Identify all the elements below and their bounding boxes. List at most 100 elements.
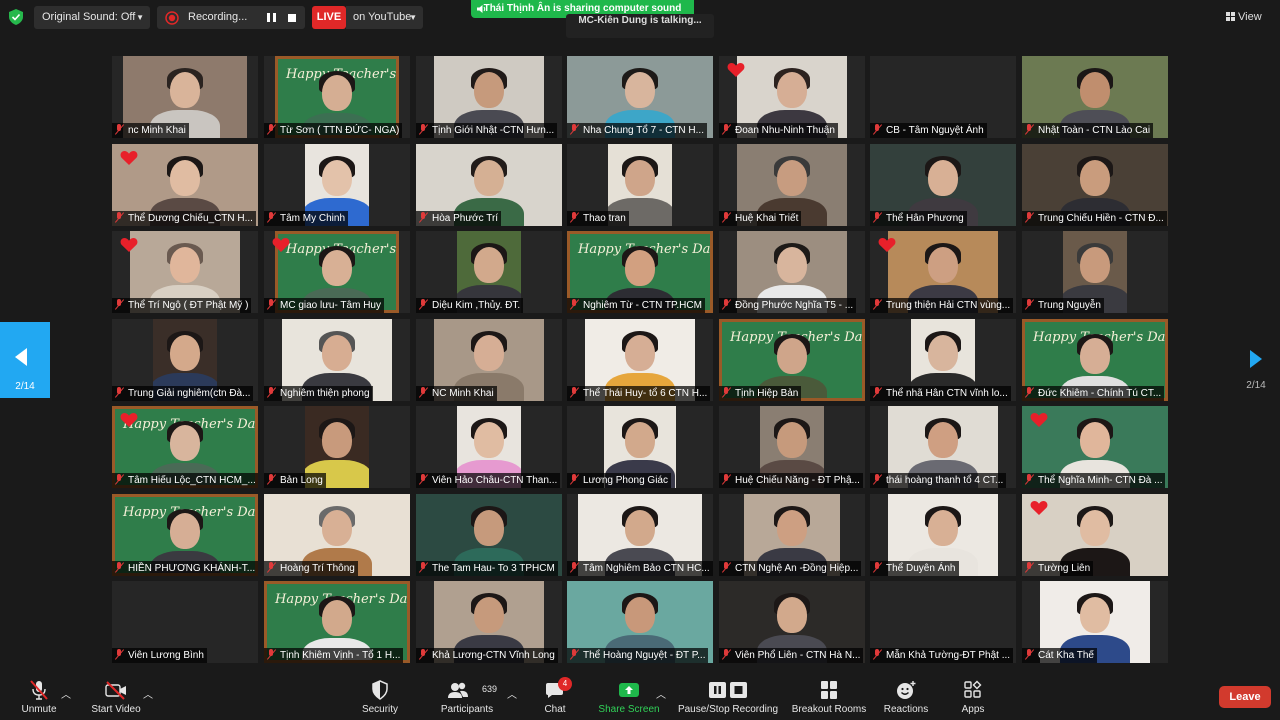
participant-tile[interactable]: Tường Liên: [1022, 494, 1168, 576]
original-sound-toggle[interactable]: Original Sound: Off ▼: [34, 6, 150, 29]
participant-name: Viên Phổ Liên - CTN Hà N...: [735, 650, 861, 661]
stop-recording-icon[interactable]: [288, 14, 296, 22]
participant-tile[interactable]: CTN Nghệ An -Đồng Hiệp...: [719, 494, 865, 576]
microphone-muted-icon: [115, 387, 124, 398]
video-options-chevron-icon[interactable]: ︿: [143, 686, 153, 720]
participant-tile[interactable]: Lương Phong Giác: [567, 406, 713, 488]
participant-tile[interactable]: Thể Hân Phương: [870, 144, 1016, 226]
participant-name: Thể Thái Huy- tổ 6 CTN H...: [583, 388, 708, 399]
participant-tile[interactable]: thái hoàng thanh tổ 4 CT...: [870, 406, 1016, 488]
participant-tile[interactable]: Huệ Chiếu Năng - ĐT Phậ...: [719, 406, 865, 488]
participant-name: Nghiêm Từ - CTN TP.HCM: [583, 300, 702, 311]
participant-tile[interactable]: Đoan Nhu-Ninh Thuận: [719, 56, 865, 138]
participant-tile[interactable]: Tịnh Giới Nhật -CTN Hưn...: [416, 56, 562, 138]
share-screen-button[interactable]: Share Screen: [596, 672, 662, 720]
audio-options-chevron-icon[interactable]: ︿: [61, 686, 71, 720]
participant-name-plate: Thể Thái Huy- tổ 6 CTN H...: [567, 386, 711, 401]
participant-tile[interactable]: Cát Kha Thế: [1022, 581, 1168, 663]
participant-tile[interactable]: Hoàng Trí Thông: [264, 494, 410, 576]
apps-button[interactable]: Apps: [954, 672, 992, 720]
participant-tile[interactable]: Happy Teacher's DayHIỀN PHƯƠNG KHÁNH-T..…: [112, 494, 258, 576]
participant-tile[interactable]: CB - Tâm Nguyệt Ánh: [870, 56, 1016, 138]
participant-name: Tường Liên: [1038, 563, 1091, 574]
chevron-down-icon[interactable]: ▼: [136, 6, 144, 29]
participant-name-plate: Tịnh Giới Nhật -CTN Hưn...: [416, 123, 558, 138]
participant-tile[interactable]: Happy Teacher's DayMC giao lưu- Tâm Huy: [264, 231, 410, 313]
leave-button[interactable]: Leave: [1219, 686, 1271, 708]
participant-tile[interactable]: NC Minh Khai: [416, 319, 562, 401]
participant-name: Nha Chung Tổ 7 - CTN H...: [583, 125, 704, 136]
breakout-rooms-button[interactable]: Breakout Rooms: [789, 672, 869, 720]
participant-tile[interactable]: Happy Teacher's DayTừ Sơn ( TTN ĐỨC- NGA…: [264, 56, 410, 138]
participant-tile[interactable]: Happy Teacher's DayTịnh Hiệp Bản: [719, 319, 865, 401]
participant-tile[interactable]: Thể Nghĩa Minh- CTN Đà ...: [1022, 406, 1168, 488]
view-button[interactable]: View: [1226, 7, 1270, 27]
participant-tile[interactable]: Trung Chiếu Hiền - CTN Đ...: [1022, 144, 1168, 226]
participant-name-plate: Viên Lương Bình: [112, 648, 207, 663]
participant-tile[interactable]: Thể Thái Huy- tổ 6 CTN H...: [567, 319, 713, 401]
participant-tile[interactable]: Thể Duyên Ánh: [870, 494, 1016, 576]
participant-tile[interactable]: Thao tran: [567, 144, 713, 226]
participant-tile[interactable]: Hòa Phước Trí: [416, 144, 562, 226]
pause-stop-recording-button[interactable]: Pause/Stop Recording: [676, 672, 780, 720]
participant-tile[interactable]: Diệu Kim ,Thủy. ĐT.: [416, 231, 562, 313]
microphone-muted-icon: [570, 212, 579, 223]
participant-name-plate: Hoàng Trí Thông: [264, 561, 358, 576]
grid-view-icon: [1226, 12, 1235, 21]
participant-tile[interactable]: Happy Teacher's DayNghiêm Từ - CTN TP.HC…: [567, 231, 713, 313]
participants-options-chevron-icon[interactable]: ︿: [507, 686, 517, 720]
breakout-rooms-label: Breakout Rooms: [791, 704, 867, 715]
participant-tile[interactable]: Happy Teacher's DayTịnh Khiêm Vịnh - Tổ …: [264, 581, 410, 663]
participant-name-plate: Khả Lương-CTN Vĩnh Long: [416, 648, 558, 663]
next-page-button[interactable]: 2/14: [1236, 340, 1276, 396]
participant-tile[interactable]: Nhật Toàn - CTN Lào Cai: [1022, 56, 1168, 138]
participant-tile[interactable]: The Tam Hau- To 3 TPHCM: [416, 494, 562, 576]
participant-tile[interactable]: Viên Hảo Châu-CTN Than...: [416, 406, 562, 488]
participant-tile[interactable]: Mẫn Khả Tường-ĐT Phật ...: [870, 581, 1016, 663]
participant-tile[interactable]: Trung Giải nghiêm(ctn Đà...: [112, 319, 258, 401]
participant-tile[interactable]: Đồng Phước Nghĩa T5 - ...: [719, 231, 865, 313]
live-on-youtube-menu[interactable]: on YouTube ▼: [346, 6, 423, 29]
participant-tile[interactable]: Thể nhã Hân CTN vĩnh lo...: [870, 319, 1016, 401]
share-options-chevron-icon[interactable]: ︿: [656, 686, 666, 720]
participant-name: HIỀN PHƯƠNG KHÁNH-T...: [128, 563, 256, 574]
participant-tile[interactable]: Nghiêm thiện phong: [264, 319, 410, 401]
security-button[interactable]: Security: [356, 672, 404, 720]
participant-name: Đức Khiêm - Chính Tú CT...: [1038, 388, 1162, 399]
participant-tile[interactable]: Tâm Nghiêm Bảo CTN HC...: [567, 494, 713, 576]
participant-tile[interactable]: Huệ Khai Triết: [719, 144, 865, 226]
participant-tile[interactable]: Trung thiện Hải CTN vùng...: [870, 231, 1016, 313]
security-shield-icon[interactable]: [9, 9, 23, 25]
participant-name: Diệu Kim ,Thủy. ĐT.: [432, 300, 521, 311]
apps-label: Apps: [961, 704, 985, 715]
participant-tile[interactable]: Bản Long: [264, 406, 410, 488]
participant-tile[interactable]: Viên Phổ Liên - CTN Hà N...: [719, 581, 865, 663]
participant-tile[interactable]: Thể Hoàng Nguyệt - ĐT P...: [567, 581, 713, 663]
participant-tile[interactable]: Thể Dương Chiếu_CTN H...: [112, 144, 258, 226]
start-video-button[interactable]: Start Video: [88, 672, 144, 720]
participant-tile[interactable]: Nha Chung Tổ 7 - CTN H...: [567, 56, 713, 138]
chat-button[interactable]: 4 Chat: [537, 672, 573, 720]
microphone-muted-icon: [722, 649, 731, 660]
microphone-muted-icon: [419, 562, 428, 573]
participant-tile[interactable]: Happy Teacher's DayĐức Khiêm - Chính Tú …: [1022, 319, 1168, 401]
participant-tile[interactable]: Khả Lương-CTN Vĩnh Long: [416, 581, 562, 663]
reactions-button[interactable]: Reactions: [882, 672, 930, 720]
participant-tile[interactable]: nc Minh Khai: [112, 56, 258, 138]
previous-page-button[interactable]: 2/14: [0, 322, 50, 398]
breakout-rooms-icon: [821, 681, 837, 699]
start-video-label: Start Video: [91, 704, 141, 715]
participant-name-plate: Huệ Khai Triết: [719, 211, 802, 226]
microphone-muted-icon: [267, 299, 276, 310]
pause-recording-icon[interactable]: [267, 13, 276, 22]
chevron-down-icon[interactable]: ▼: [409, 6, 417, 29]
participant-tile[interactable]: Thể Trí Ngộ ( ĐT Phật Mỹ ): [112, 231, 258, 313]
participant-name-plate: Viên Phổ Liên - CTN Hà N...: [719, 648, 864, 663]
unmute-button[interactable]: Unmute: [16, 672, 62, 720]
participant-tile[interactable]: Tâm My Chinh: [264, 144, 410, 226]
participant-tile[interactable]: Trung Nguyễn: [1022, 231, 1168, 313]
participant-name: Cát Kha Thế: [1038, 650, 1094, 661]
participants-button[interactable]: 639 Participants: [436, 672, 498, 720]
participant-tile[interactable]: Happy Teacher's DayTâm Hiếu Lộc_CTN HCM_…: [112, 406, 258, 488]
participant-tile[interactable]: Viên Lương Bình: [112, 581, 258, 663]
